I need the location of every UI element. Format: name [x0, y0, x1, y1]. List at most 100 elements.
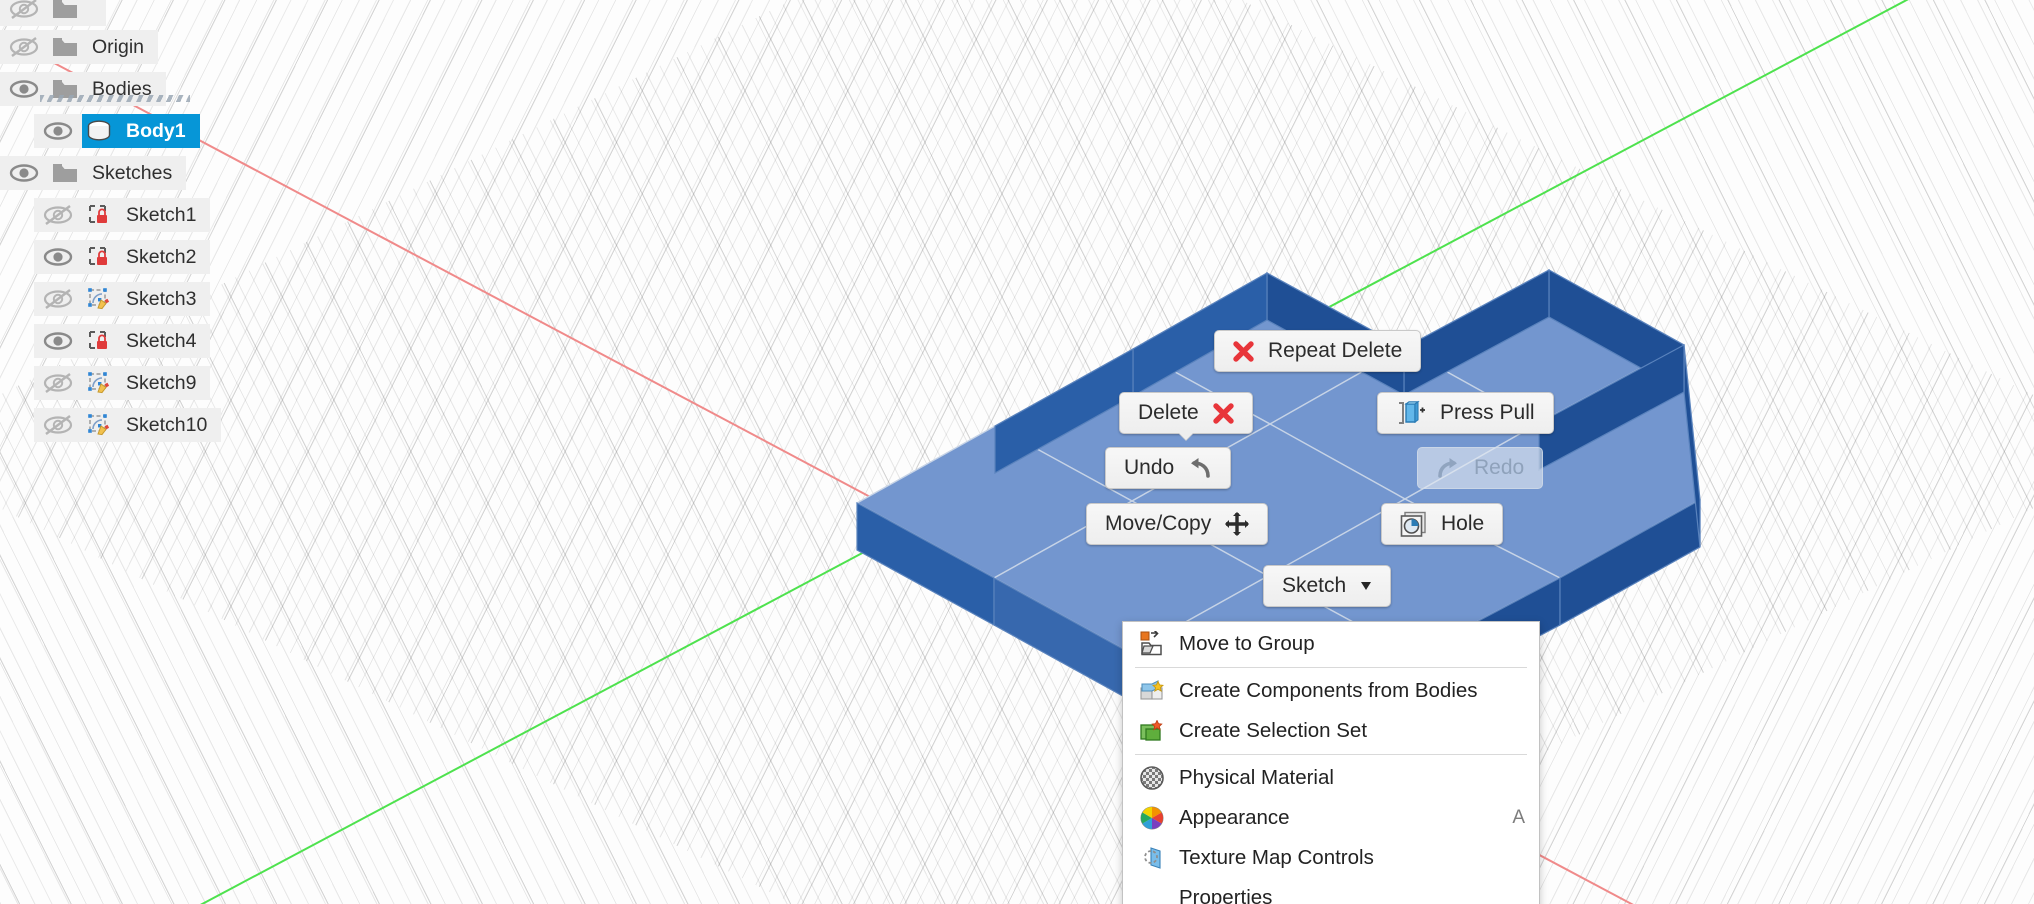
menu-separator — [1135, 754, 1527, 755]
tree-node-label: Body1 — [126, 119, 186, 142]
folder-icon — [48, 161, 82, 185]
tree-row-sketches[interactable]: Sketches — [0, 152, 276, 194]
menu-item-label: Texture Map Controls — [1179, 846, 1374, 869]
menu-item-label: Appearance — [1179, 806, 1290, 829]
hole-label: Hole — [1441, 512, 1485, 535]
menu-item-create-selection-set[interactable]: Create Selection Set — [1123, 711, 1539, 751]
eye-closed-icon[interactable] — [0, 0, 48, 26]
move-to-group-icon — [1137, 631, 1167, 657]
tree-row-body[interactable]: Sketch1 — [82, 198, 211, 232]
3d-viewport[interactable]: .ftop{fill:#7396cf;stroke:#c6d3e6;stroke… — [0, 0, 2034, 904]
fusion360-canvas: .ftop{fill:#7396cf;stroke:#c6d3e6;stroke… — [0, 0, 2034, 904]
hole-button[interactable]: Hole — [1381, 503, 1504, 545]
tree-row-origin[interactable]: Origin — [0, 26, 276, 68]
sketch-edit-icon — [82, 371, 116, 395]
press-pull-button[interactable]: Press Pull — [1377, 392, 1554, 434]
tree-row-sketch2[interactable]: Sketch2 — [0, 236, 276, 278]
tree-row-body[interactable]: Sketch3 — [82, 282, 211, 316]
eye-open-icon[interactable] — [34, 240, 82, 274]
undo-button[interactable]: Undo — [1105, 447, 1232, 489]
physical-material-icon — [1137, 766, 1167, 790]
move-copy-button[interactable]: Move/Copy — [1086, 503, 1269, 545]
create-selection-set-icon — [1137, 720, 1167, 742]
tree-node-label: Sketches — [92, 161, 173, 184]
repeat-delete-button[interactable]: Repeat Delete — [1214, 330, 1422, 372]
create-components-icon — [1137, 680, 1167, 702]
menu-item-appearance[interactable]: Appearance A — [1123, 798, 1539, 838]
tree-row-body[interactable]: Sketch9 — [82, 366, 211, 400]
tree-row-body[interactable]: Sketch4 — [82, 324, 211, 358]
menu-item-create-components-from-bodies[interactable]: Create Components from Bodies — [1123, 671, 1539, 711]
tree-node-label: Origin — [92, 35, 145, 58]
tree-row-body[interactable]: Sketch10 — [82, 408, 222, 442]
undo-label: Undo — [1124, 456, 1175, 479]
eye-open-icon[interactable] — [34, 324, 82, 358]
texture-map-icon — [1137, 846, 1167, 870]
eye-closed-icon[interactable] — [0, 30, 48, 64]
move-copy-label: Move/Copy — [1105, 512, 1212, 535]
sketch-locked-icon — [82, 245, 116, 269]
menu-item-shortcut: A — [1512, 807, 1525, 828]
folder-icon — [48, 0, 82, 21]
tree-row-bodies[interactable]: Bodies — [0, 68, 276, 110]
redo-arrow-icon — [1436, 457, 1460, 479]
tree-node-label: Sketch4 — [126, 329, 197, 352]
move-cross-icon — [1225, 512, 1250, 536]
eye-closed-icon[interactable] — [34, 366, 82, 400]
press-pull-icon — [1396, 400, 1426, 426]
tree-node-label: Sketch10 — [126, 413, 208, 436]
body-cylinder-icon — [82, 119, 116, 143]
eye-open-icon[interactable] — [34, 114, 82, 148]
tree-row-partial[interactable] — [0, 0, 276, 26]
red-x-icon — [1213, 402, 1234, 424]
menu-item-label: Properties — [1179, 886, 1273, 904]
appearance-icon — [1137, 806, 1167, 830]
sketch-locked-icon — [82, 203, 116, 227]
undo-arrow-icon — [1188, 457, 1212, 479]
tree-node-label: Sketch1 — [126, 203, 197, 226]
tree-node-label: Sketch9 — [126, 371, 197, 394]
tree-row-sketch9[interactable]: Sketch9 — [0, 362, 276, 404]
repeat-delete-label: Repeat Delete — [1268, 339, 1403, 362]
tree-node-label: Sketch3 — [126, 287, 197, 310]
menu-item-label: Physical Material — [1179, 766, 1334, 789]
delete-button[interactable]: Delete — [1119, 392, 1253, 440]
tree-row-body[interactable] — [48, 0, 106, 26]
browser-tree-panel[interactable]: Origin Bodies Body1 Sketches Sketch1 Sketch2 S… — [0, 0, 276, 446]
menu-item-properties[interactable]: Properties — [1123, 878, 1539, 904]
chevron-down-icon — [1360, 579, 1372, 593]
tree-row-sketch10[interactable]: Sketch10 — [0, 404, 276, 446]
sketch-locked-icon — [82, 329, 116, 353]
bodies-dashed-underline — [40, 95, 190, 102]
origin-point-marker[interactable] — [911, 516, 927, 532]
sketch-edit-icon — [82, 413, 116, 437]
hole-icon — [1400, 511, 1427, 538]
sketch-button[interactable]: Sketch — [1263, 565, 1392, 607]
eye-closed-icon[interactable] — [34, 198, 82, 232]
delete-label: Delete — [1138, 401, 1199, 424]
body-context-menu[interactable]: Move to Group Create Components from Bodi… — [1122, 621, 1540, 904]
menu-pointer-notch — [1178, 433, 1193, 440]
tree-row-body[interactable]: Origin — [48, 30, 159, 64]
menu-item-texture-map-controls[interactable]: Texture Map Controls — [1123, 838, 1539, 878]
tree-row-body[interactable]: Body1 — [82, 114, 200, 148]
redo-button: Redo — [1417, 447, 1544, 489]
press-pull-label: Press Pull — [1440, 401, 1535, 424]
tree-node-label: Sketch2 — [126, 245, 197, 268]
menu-item-physical-material[interactable]: Physical Material — [1123, 758, 1539, 798]
tree-row-body1[interactable]: Body1 — [0, 110, 276, 152]
red-x-icon — [1233, 340, 1254, 362]
sketch-label: Sketch — [1282, 574, 1347, 597]
eye-closed-icon[interactable] — [34, 408, 82, 442]
tree-row-sketch3[interactable]: Sketch3 — [0, 278, 276, 320]
eye-closed-icon[interactable] — [34, 282, 82, 316]
tree-row-body[interactable]: Sketch2 — [82, 240, 211, 274]
redo-label: Redo — [1474, 456, 1525, 479]
tree-row-sketch1[interactable]: Sketch1 — [0, 194, 276, 236]
folder-icon — [48, 35, 82, 59]
tree-row-sketch4[interactable]: Sketch4 — [0, 320, 276, 362]
eye-open-icon[interactable] — [0, 156, 48, 190]
menu-item-label: Create Selection Set — [1179, 719, 1368, 742]
tree-row-body[interactable]: Sketches — [48, 156, 187, 190]
menu-item-move-to-group[interactable]: Move to Group — [1123, 624, 1539, 664]
